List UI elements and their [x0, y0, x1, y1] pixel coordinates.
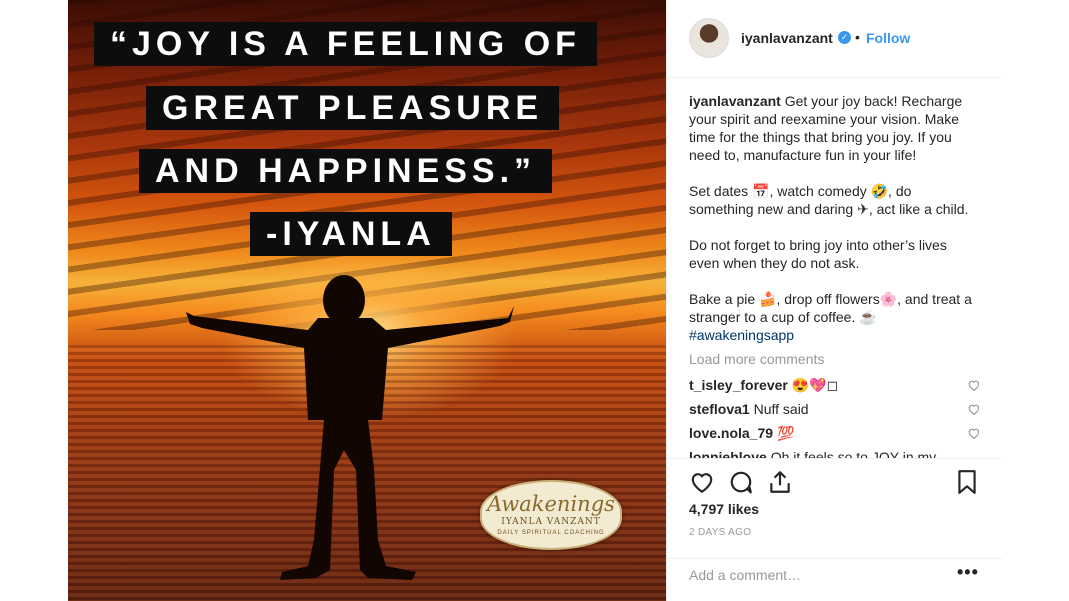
comments-list: t_isley_forever 😍💖◻ steflova1 Nuff said … — [689, 376, 979, 458]
load-more-comments-button[interactable]: Load more comments — [689, 351, 824, 367]
post-side-panel: iyanlavanzant ✓ • Follow iyanlavanzant G… — [666, 0, 1002, 601]
more-options-icon[interactable]: ••• — [957, 562, 979, 583]
comment-item: lonniehlove Oh it feels so to JOY in my — [689, 448, 979, 458]
caption-username[interactable]: iyanlavanzant — [689, 93, 781, 109]
post-image[interactable]: “JOY IS A FEELING OF GREAT PLEASURE AND … — [68, 0, 666, 601]
like-comment-heart-icon[interactable] — [967, 378, 979, 392]
comment-item: love.nola_79 💯 — [689, 424, 979, 448]
add-comment-input[interactable]: Add a comment… — [689, 567, 801, 583]
post-timestamp[interactable]: 2 DAYS AGO — [689, 527, 751, 538]
post-caption: iyanlavanzant Get your joy back! Recharg… — [689, 92, 979, 344]
caption-paragraph-4: Bake a pie 🍰, drop off flowers🌸, and tre… — [689, 291, 972, 325]
comment-username[interactable]: t_isley_forever — [689, 377, 788, 393]
follow-button[interactable]: Follow — [866, 30, 910, 46]
comment-bubble-icon[interactable] — [728, 469, 754, 495]
likes-count[interactable]: 4,797 likes — [689, 501, 759, 517]
like-heart-icon[interactable] — [689, 469, 715, 495]
comment-text: 😍💖◻ — [791, 377, 839, 393]
like-comment-heart-icon[interactable] — [967, 402, 979, 416]
like-comment-heart-icon[interactable] — [967, 426, 979, 440]
comment-text: 💯 — [776, 425, 795, 441]
caption-paragraph-3: Do not forget to bring joy into other’s … — [689, 237, 947, 271]
separator-dot: • — [855, 29, 860, 45]
header-username[interactable]: iyanlavanzant — [741, 30, 833, 46]
post-actions: 4,797 likes 2 DAYS AGO Add a comment… ••… — [667, 458, 1002, 598]
instagram-post: “JOY IS A FEELING OF GREAT PLEASURE AND … — [68, 0, 1002, 601]
verified-badge-icon: ✓ — [838, 31, 851, 44]
caption-paragraph-2: Set dates 📅, watch comedy 🤣, do somethin… — [689, 183, 969, 217]
post-header: iyanlavanzant ✓ • Follow — [667, 0, 1002, 78]
comment-username[interactable]: steflova1 — [689, 401, 750, 417]
comment-text: Oh it feels so to JOY in my — [770, 449, 937, 458]
awakenings-logo: Awakenings IYANLA VANZANT DAILY SPIRITUA… — [480, 480, 622, 550]
hashtag-link[interactable]: #awakeningsapp — [689, 327, 794, 343]
share-icon[interactable] — [767, 469, 793, 495]
comment-item: t_isley_forever 😍💖◻ — [689, 376, 979, 400]
comment-username[interactable]: love.nola_79 — [689, 425, 773, 441]
avatar[interactable] — [689, 18, 729, 58]
comment-item: steflova1 Nuff said — [689, 400, 979, 424]
comment-text: Nuff said — [753, 401, 809, 417]
comment-username[interactable]: lonniehlove — [689, 449, 767, 458]
bookmark-icon[interactable] — [954, 469, 980, 495]
add-comment-bar: Add a comment… ••• — [667, 558, 1002, 599]
